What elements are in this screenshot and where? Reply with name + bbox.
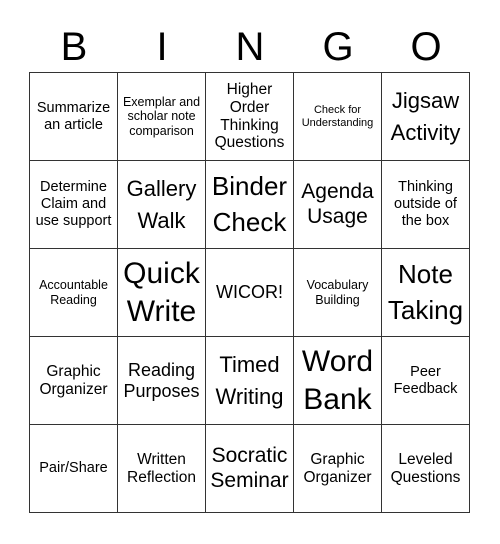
bingo-cell[interactable]: Socratic Seminar xyxy=(206,425,294,513)
bingo-cell[interactable]: Binder Check xyxy=(206,161,294,249)
bingo-cell[interactable]: Gallery Walk xyxy=(118,161,206,249)
bingo-cell[interactable]: Quick Write xyxy=(118,249,206,337)
bingo-cell[interactable]: Higher Order Thinking Questions xyxy=(206,73,294,161)
header-letter-i: I xyxy=(156,25,168,69)
bingo-cell[interactable]: Leveled Questions xyxy=(382,425,470,513)
bingo-cell[interactable]: Pair/Share xyxy=(30,425,118,513)
header-letter-g: G xyxy=(322,25,354,69)
header-letter-o: O xyxy=(410,25,442,69)
bingo-grid: Summarize an article Exemplar and schola… xyxy=(29,72,470,513)
bingo-cell[interactable]: Jigsaw Activity xyxy=(382,73,470,161)
bingo-cell[interactable]: Thinking outside of the box xyxy=(382,161,470,249)
header-letter-n: N xyxy=(235,25,265,69)
bingo-cell[interactable]: Written Reflection xyxy=(118,425,206,513)
bingo-cell[interactable]: Exemplar and scholar note comparison xyxy=(118,73,206,161)
bingo-cell[interactable]: Determine Claim and use support xyxy=(30,161,118,249)
bingo-cell[interactable]: Note Taking xyxy=(382,249,470,337)
bingo-cell[interactable]: Word Bank xyxy=(294,337,382,425)
bingo-cell[interactable]: Timed Writing xyxy=(206,337,294,425)
bingo-cell[interactable]: Peer Feedback xyxy=(382,337,470,425)
bingo-cell[interactable]: Vocabulary Building xyxy=(294,249,382,337)
bingo-cell[interactable]: Reading Purposes xyxy=(118,337,206,425)
header-letter-b: B xyxy=(60,25,88,69)
bingo-cell[interactable]: Agenda Usage xyxy=(294,161,382,249)
bingo-cell[interactable]: Accountable Reading xyxy=(30,249,118,337)
bingo-cell[interactable]: Summarize an article xyxy=(30,73,118,161)
bingo-cell[interactable]: Graphic Organizer xyxy=(30,337,118,425)
bingo-header: B I N G O xyxy=(30,22,470,72)
bingo-cell free-space[interactable]: WICOR! xyxy=(206,249,294,337)
bingo-cell[interactable]: Graphic Organizer xyxy=(294,425,382,513)
bingo-cell[interactable]: Check for Understanding xyxy=(294,73,382,161)
